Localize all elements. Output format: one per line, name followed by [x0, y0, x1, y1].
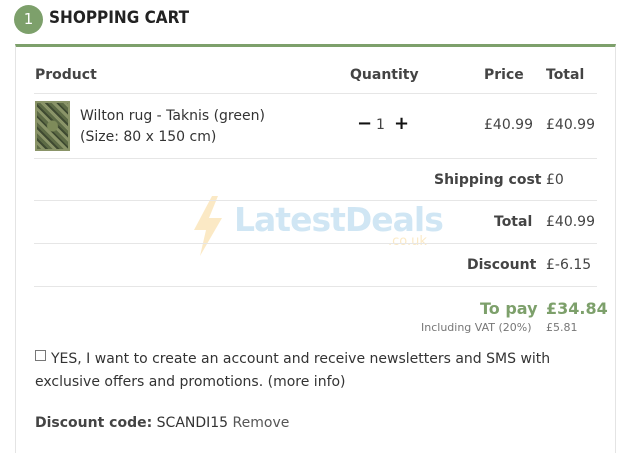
- product-size: (Size: 80 x 150 cm): [80, 129, 217, 145]
- divider: [34, 286, 597, 287]
- product-info: Wilton rug - Taknis (green) (Size: 80 x …: [80, 106, 265, 148]
- divider: [34, 93, 597, 94]
- divider: [34, 200, 597, 201]
- shipping-cost-label: Shipping cost: [434, 172, 542, 188]
- to-pay-value: £34.84: [546, 299, 608, 318]
- column-header-product: Product: [35, 67, 97, 83]
- discount-code-value: SCANDI15: [156, 415, 229, 431]
- shipping-cost-value: £0: [546, 172, 564, 188]
- quantity-increase-button[interactable]: +: [394, 115, 409, 133]
- column-header-total: Total: [546, 67, 585, 83]
- discount-label: Discount: [467, 257, 537, 273]
- vat-value: £5.81: [546, 321, 578, 334]
- vat-label: Including VAT (20%): [421, 321, 532, 334]
- column-header-price: Price: [484, 67, 524, 83]
- to-pay-label: To pay: [480, 299, 538, 318]
- remove-discount-link[interactable]: Remove: [233, 415, 290, 431]
- cart-header: 1 SHOPPING CART: [0, 0, 625, 46]
- item-total: £40.99: [546, 117, 595, 133]
- total-label: Total: [494, 214, 533, 230]
- divider: [34, 158, 597, 159]
- product-thumbnail[interactable]: [35, 101, 70, 151]
- quantity-decrease-button[interactable]: −: [357, 115, 372, 133]
- newsletter-optin-text[interactable]: YES, I want to create an account and rec…: [35, 348, 555, 394]
- total-value: £40.99: [546, 214, 595, 230]
- step-number-badge: 1: [14, 5, 43, 34]
- item-price: £40.99: [484, 117, 533, 133]
- discount-code-row: Discount code: SCANDI15 Remove: [35, 415, 289, 431]
- column-header-quantity: Quantity: [350, 67, 419, 83]
- lightning-bolt-icon: [194, 196, 222, 256]
- quantity-value: 1: [376, 117, 385, 133]
- watermark-subtext: .co.uk: [388, 234, 427, 249]
- product-name-link[interactable]: Wilton rug - Taknis (green): [80, 106, 265, 127]
- discount-value: £-6.15: [546, 257, 592, 273]
- divider: [34, 243, 597, 244]
- page-title: SHOPPING CART: [49, 8, 190, 28]
- watermark: LatestDeals .co.uk: [190, 196, 444, 256]
- discount-code-label: Discount code:: [35, 415, 153, 431]
